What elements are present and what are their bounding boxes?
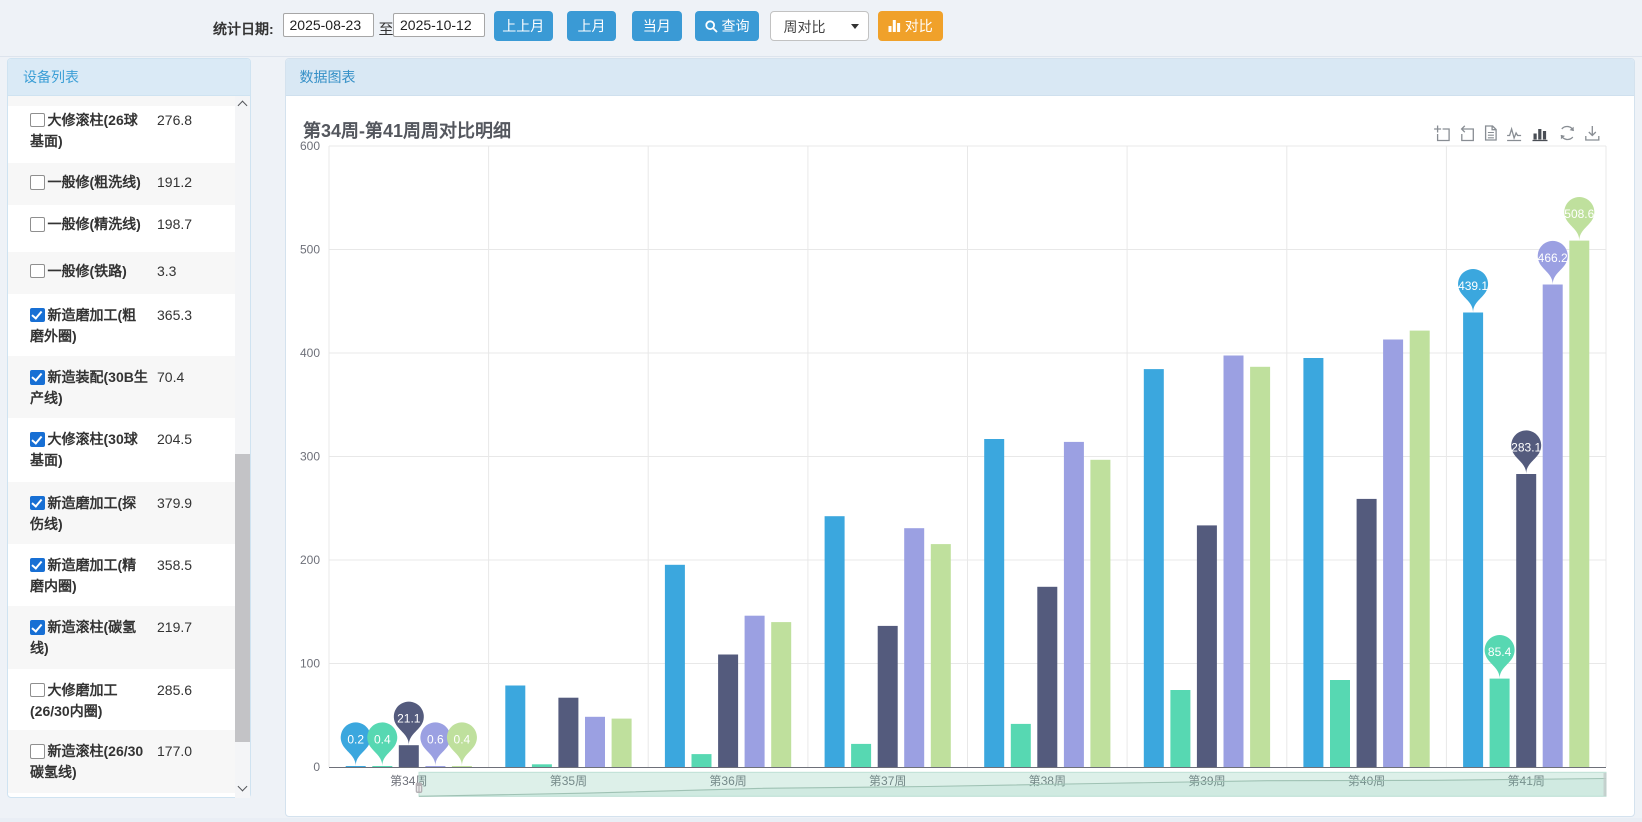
svg-text:500: 500	[300, 243, 320, 257]
svg-text:21.1: 21.1	[397, 712, 421, 726]
svg-text:0.2: 0.2	[347, 732, 364, 746]
svg-text:600: 600	[300, 139, 320, 153]
svg-text:0: 0	[313, 760, 320, 774]
svg-text:0.6: 0.6	[427, 732, 444, 746]
svg-text:508.6: 508.6	[1564, 207, 1594, 221]
svg-text:283.1: 283.1	[1511, 440, 1541, 454]
svg-text:439.1: 439.1	[1458, 279, 1488, 293]
svg-text:400: 400	[300, 346, 320, 360]
svg-text:0.4: 0.4	[374, 732, 391, 746]
svg-text:100: 100	[300, 657, 320, 671]
svg-text:85.4: 85.4	[1488, 645, 1512, 659]
svg-text:0.4: 0.4	[454, 732, 471, 746]
svg-text:300: 300	[300, 450, 320, 464]
svg-text:466.2: 466.2	[1538, 251, 1568, 265]
svg-text:200: 200	[300, 553, 320, 567]
